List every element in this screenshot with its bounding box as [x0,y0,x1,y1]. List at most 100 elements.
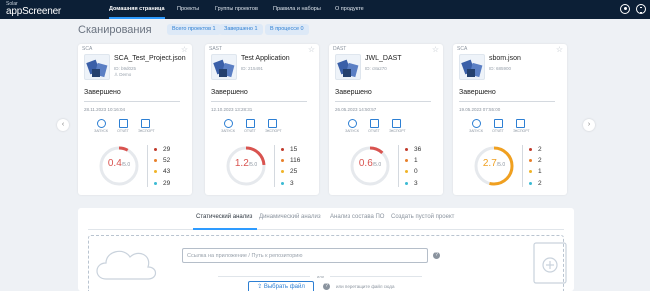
scan-button[interactable]: ЗАПУСК [469,119,483,133]
severity-count: 2 [529,157,542,164]
help-icon[interactable]: ? [433,252,440,259]
cloud-upload-icon [96,250,157,280]
severity-count: 2 [529,180,542,187]
project-id: ID: 215491 [241,66,264,71]
security-score: 0.6/5.0 [349,158,391,169]
scan-status: Завершено [459,89,496,96]
severity-count: 25 [281,168,297,175]
project-id: ID: b9d025 [114,66,137,71]
project-name[interactable]: sbom.json [489,55,521,62]
tab-empty-project[interactable]: Создать пустой проект [391,214,454,220]
divider [522,145,523,187]
severity-count-value: 1 [414,157,418,164]
logo-product: appScreener [6,6,62,17]
scan-button[interactable]: ЗАПУСК [94,119,108,133]
severity-dot [405,181,408,185]
nav-project-groups[interactable]: Группы проектов [215,0,258,19]
project-id: ID: c8a270 [365,66,387,71]
refresh-icon [223,119,233,128]
report-button[interactable]: ОТЧЁТ [367,119,381,133]
nav-about[interactable]: О продукте [335,0,364,19]
nav-home[interactable]: Домашняя страница [109,0,165,19]
report-button[interactable]: ОТЧЁТ [491,119,505,133]
severity-dot [281,147,284,151]
divider [84,101,180,102]
project-owner-label: Demo [119,72,132,77]
severity-count: 52 [154,157,170,164]
report-icon [493,119,503,128]
tab-composition-analysis[interactable]: Анализ состава ПО [330,214,384,220]
carousel-next-icon[interactable]: › [583,119,595,131]
carousel-prev-icon[interactable]: ‹ [57,119,69,131]
export-icon [140,119,150,128]
filter-total[interactable]: Всего проектов 1 [167,24,221,35]
divider [459,101,555,102]
nav-rules-sets[interactable]: Правила и наборы [273,0,321,19]
export-button[interactable]: ЭКСПОРТ [389,119,406,133]
help-icon[interactable]: ? [323,283,330,290]
nav-projects[interactable]: Проекты [177,0,199,19]
tab-dynamic-analysis[interactable]: Динамический анализ [259,214,321,220]
scan-type: SCA [82,46,93,52]
severity-count-value: 52 [163,157,171,164]
filter-in-progress[interactable]: В процессе 0 [265,24,309,35]
report-icon [118,119,128,128]
severity-dot [529,147,532,151]
add-document-icon [533,242,567,284]
report-icon [369,119,379,128]
score-value: 1.2 [234,158,249,169]
scan-date: 19.05.2023 07:55:00 [459,107,501,112]
choose-file-button[interactable]: ⇪ Выбрать файл [248,281,314,291]
star-icon[interactable]: ☆ [432,45,439,54]
score-max: /5.0 [121,162,131,168]
scan-button[interactable]: ЗАПУСК [345,119,359,133]
security-score: 1.2/5.0 [225,158,267,169]
severity-count-value: 0 [414,168,418,175]
export-button[interactable]: ЭКСПОРТ [265,119,282,133]
action-label: ЭКСПОРТ [389,129,406,133]
scan-card[interactable]: SAST ☆ Test Application ID: 215491 Завершено… [205,44,319,195]
scan-card[interactable]: DAST ☆ JWL_DAST ID: c8a270 Завершено 26.05.20… [329,44,443,195]
divider [335,101,431,102]
filter-completed[interactable]: Завершено 1 [219,24,263,35]
project-name[interactable]: Test Application [241,55,290,62]
severity-dot [405,147,408,151]
logout-icon[interactable] [636,4,646,14]
severity-count: 3 [405,180,418,187]
export-button[interactable]: ЭКСПОРТ [138,119,155,133]
or-label: или [317,274,324,279]
star-icon[interactable]: ☆ [556,45,563,54]
or-divider-left [218,276,310,277]
divider [274,145,275,187]
severity-count: 29 [154,146,170,153]
export-icon [391,119,401,128]
severity-count: 1 [405,157,418,164]
report-button[interactable]: ОТЧЁТ [243,119,257,133]
star-icon[interactable]: ☆ [308,45,315,54]
project-name[interactable]: JWL_DAST [365,55,402,62]
action-label: ОТЧЁТ [244,129,256,133]
scan-button[interactable]: ЗАПУСК [221,119,235,133]
active-tab-indicator [193,228,257,230]
severity-dot [405,169,408,173]
repository-url-input[interactable] [182,248,428,263]
user-icon[interactable] [620,4,630,14]
project-name[interactable]: SCA_Test_Project.json [114,55,186,62]
report-icon [245,119,255,128]
severity-count-value: 116 [290,157,301,164]
severity-count-value: 3 [290,180,294,187]
star-icon[interactable]: ☆ [181,45,188,54]
severity-dot [154,169,157,173]
tab-static-analysis[interactable]: Статический анализ [196,214,252,220]
export-button[interactable]: ЭКСПОРТ [513,119,530,133]
app-logo[interactable]: Solar appScreener [6,1,80,18]
report-button[interactable]: ОТЧЁТ [116,119,130,133]
drag-hint: или перетащите файл сюда [336,284,395,289]
scan-card[interactable]: SCA ☆ sbom.json ID: 685900 Завершено 19.05.20… [453,44,567,195]
or-divider-right [330,276,422,277]
severity-count-value: 2 [538,146,542,153]
project-owner: ♙ Demo [114,72,131,78]
score-value: 0.6 [358,158,373,169]
export-icon [267,119,277,128]
scan-card[interactable]: SCA ☆ SCA_Test_Project.json ID: b9d025 ♙ Dem… [78,44,192,195]
